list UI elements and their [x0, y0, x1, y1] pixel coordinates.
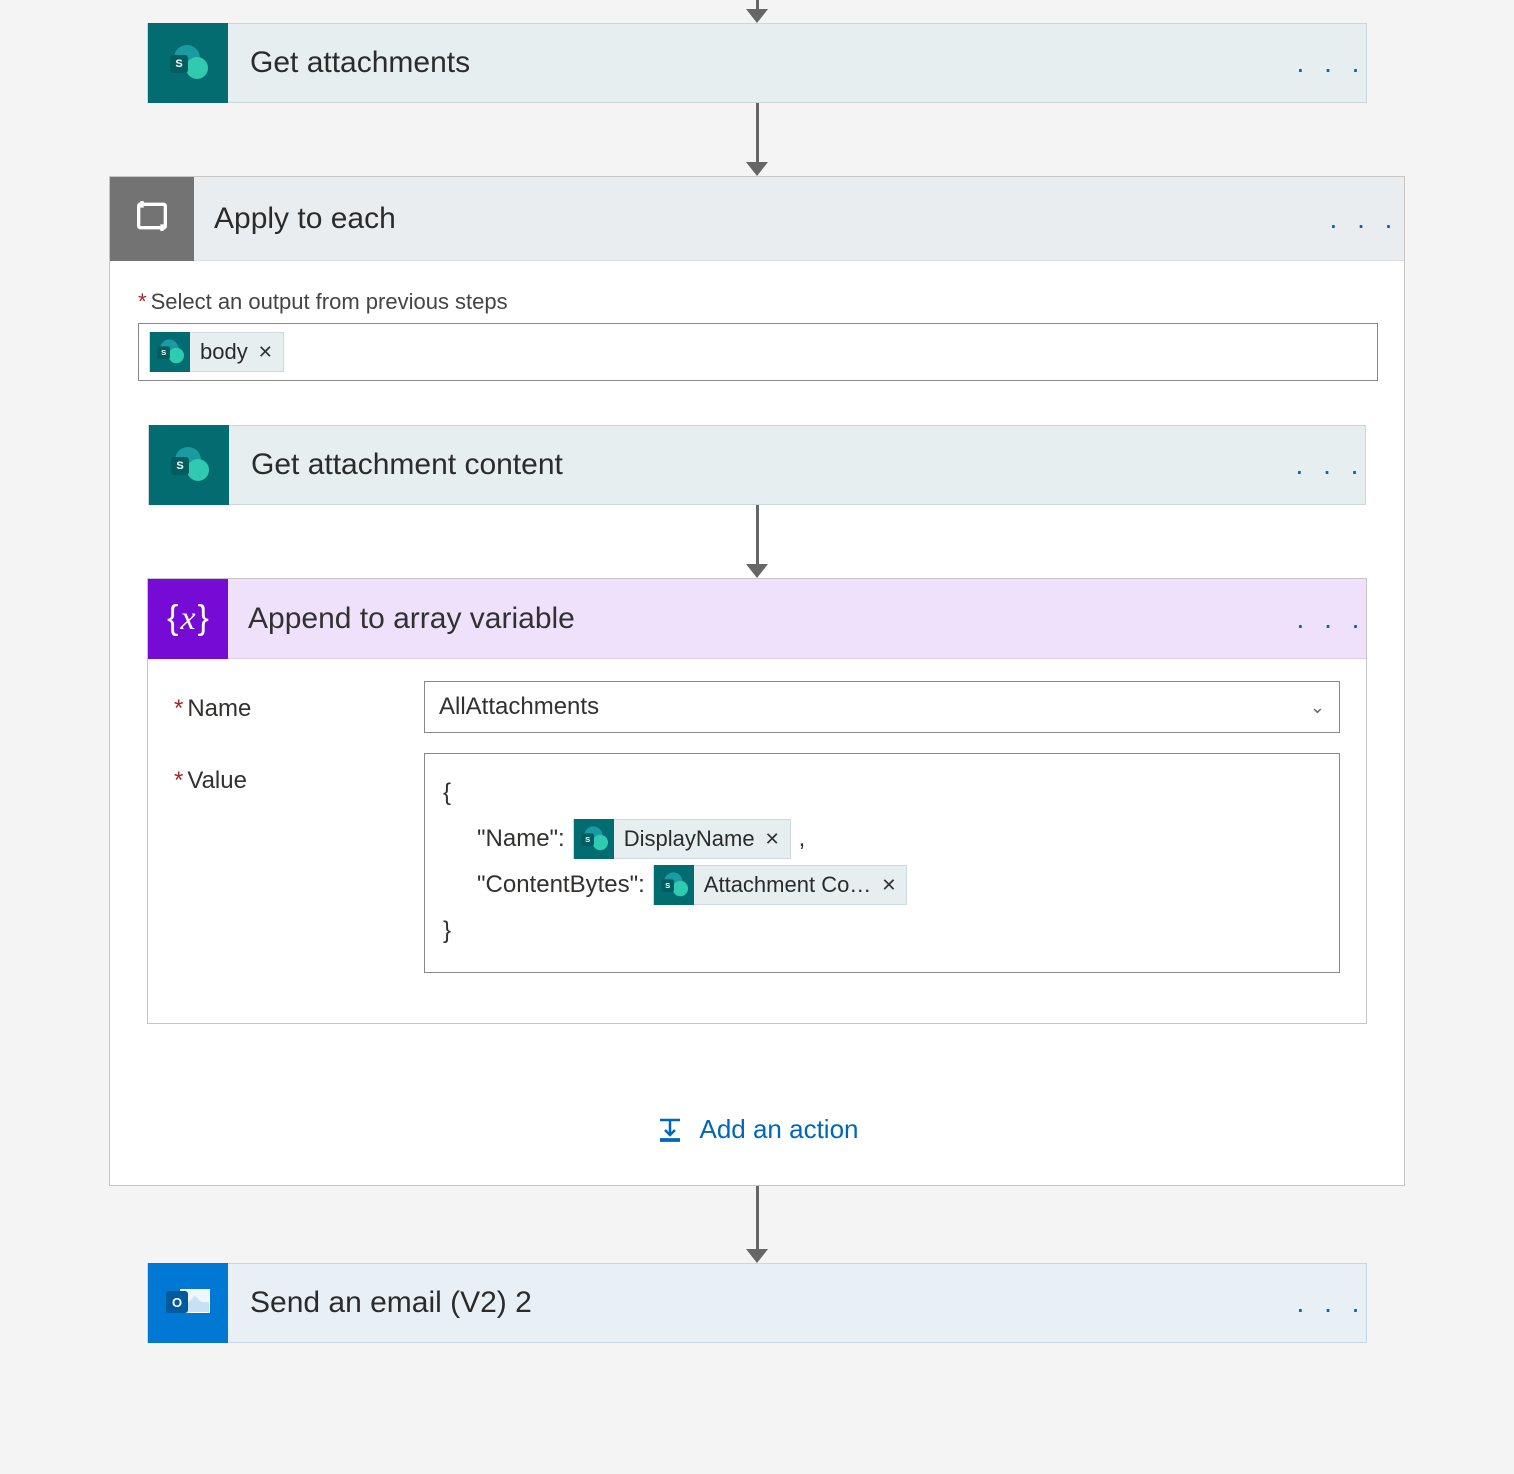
container-title: Apply to each [194, 202, 1324, 236]
action-title: Get attachment content [229, 448, 1295, 482]
param-value-label: *Value [174, 753, 424, 795]
token-displayname[interactable]: S DisplayName ✕ [573, 819, 791, 859]
apply-to-each-header[interactable]: Apply to each . . . [110, 177, 1404, 261]
insert-step-icon [655, 1115, 685, 1145]
token-remove-icon[interactable]: ✕ [881, 862, 896, 908]
sharepoint-icon: S [149, 425, 229, 505]
select-value: AllAttachments [439, 693, 599, 721]
container-menu-icon[interactable]: . . . [1324, 203, 1404, 235]
apply-to-each-container: Apply to each . . . *Select an output fr… [109, 176, 1405, 1186]
add-action-label: Add an action [699, 1114, 858, 1145]
action-menu-icon[interactable]: . . . [1295, 449, 1365, 481]
param-name-label: *Name [174, 681, 424, 723]
connector-arrow [746, 1186, 768, 1263]
variable-icon: x [148, 579, 228, 659]
token-label: DisplayName [624, 816, 755, 862]
code-brace-open: { [443, 770, 1321, 816]
action-get-attachments[interactable]: S Get attachments . . . [147, 23, 1367, 103]
action-menu-icon[interactable]: . . . [1296, 47, 1366, 79]
token-body[interactable]: S body ✕ [149, 332, 284, 372]
token-remove-icon[interactable]: ✕ [765, 816, 780, 862]
action-append-to-array: x Append to array variable . . . *Name A… [147, 578, 1367, 1024]
connector-arrow [746, 505, 768, 578]
append-header[interactable]: x Append to array variable . . . [148, 579, 1366, 659]
action-title: Get attachments [228, 46, 1296, 80]
select-output-label: *Select an output from previous steps [138, 289, 1376, 315]
code-key-contentbytes: "ContentBytes": [477, 862, 645, 908]
variable-name-select[interactable]: AllAttachments ⌄ [424, 681, 1340, 733]
token-label: Attachment Co… [704, 862, 872, 908]
connector-arrow [746, 0, 768, 23]
select-output-input[interactable]: S body ✕ [138, 323, 1378, 381]
action-title: Send an email (V2) 2 [228, 1286, 1296, 1320]
add-action-button[interactable]: Add an action [655, 1114, 858, 1145]
sharepoint-icon: S [148, 23, 228, 103]
connector-arrow [746, 103, 768, 176]
token-remove-icon[interactable]: ✕ [258, 342, 273, 363]
code-comma: , [799, 816, 806, 862]
action-get-attachment-content[interactable]: S Get attachment content . . . [148, 425, 1366, 505]
code-brace-close: } [443, 908, 1321, 954]
token-attachment-content[interactable]: S Attachment Co… ✕ [653, 865, 908, 905]
code-key-name: "Name": [477, 816, 565, 862]
action-menu-icon[interactable]: . . . [1296, 603, 1366, 635]
action-send-email[interactable]: O Send an email (V2) 2 . . . [147, 1263, 1367, 1343]
token-label: body [200, 339, 248, 365]
outlook-icon: O [148, 1263, 228, 1343]
action-title: Append to array variable [228, 602, 1296, 636]
chevron-down-icon: ⌄ [1310, 697, 1325, 718]
action-menu-icon[interactable]: . . . [1296, 1287, 1366, 1319]
loop-icon [110, 177, 194, 261]
value-editor[interactable]: { "Name": S DisplayName ✕ [424, 753, 1340, 973]
